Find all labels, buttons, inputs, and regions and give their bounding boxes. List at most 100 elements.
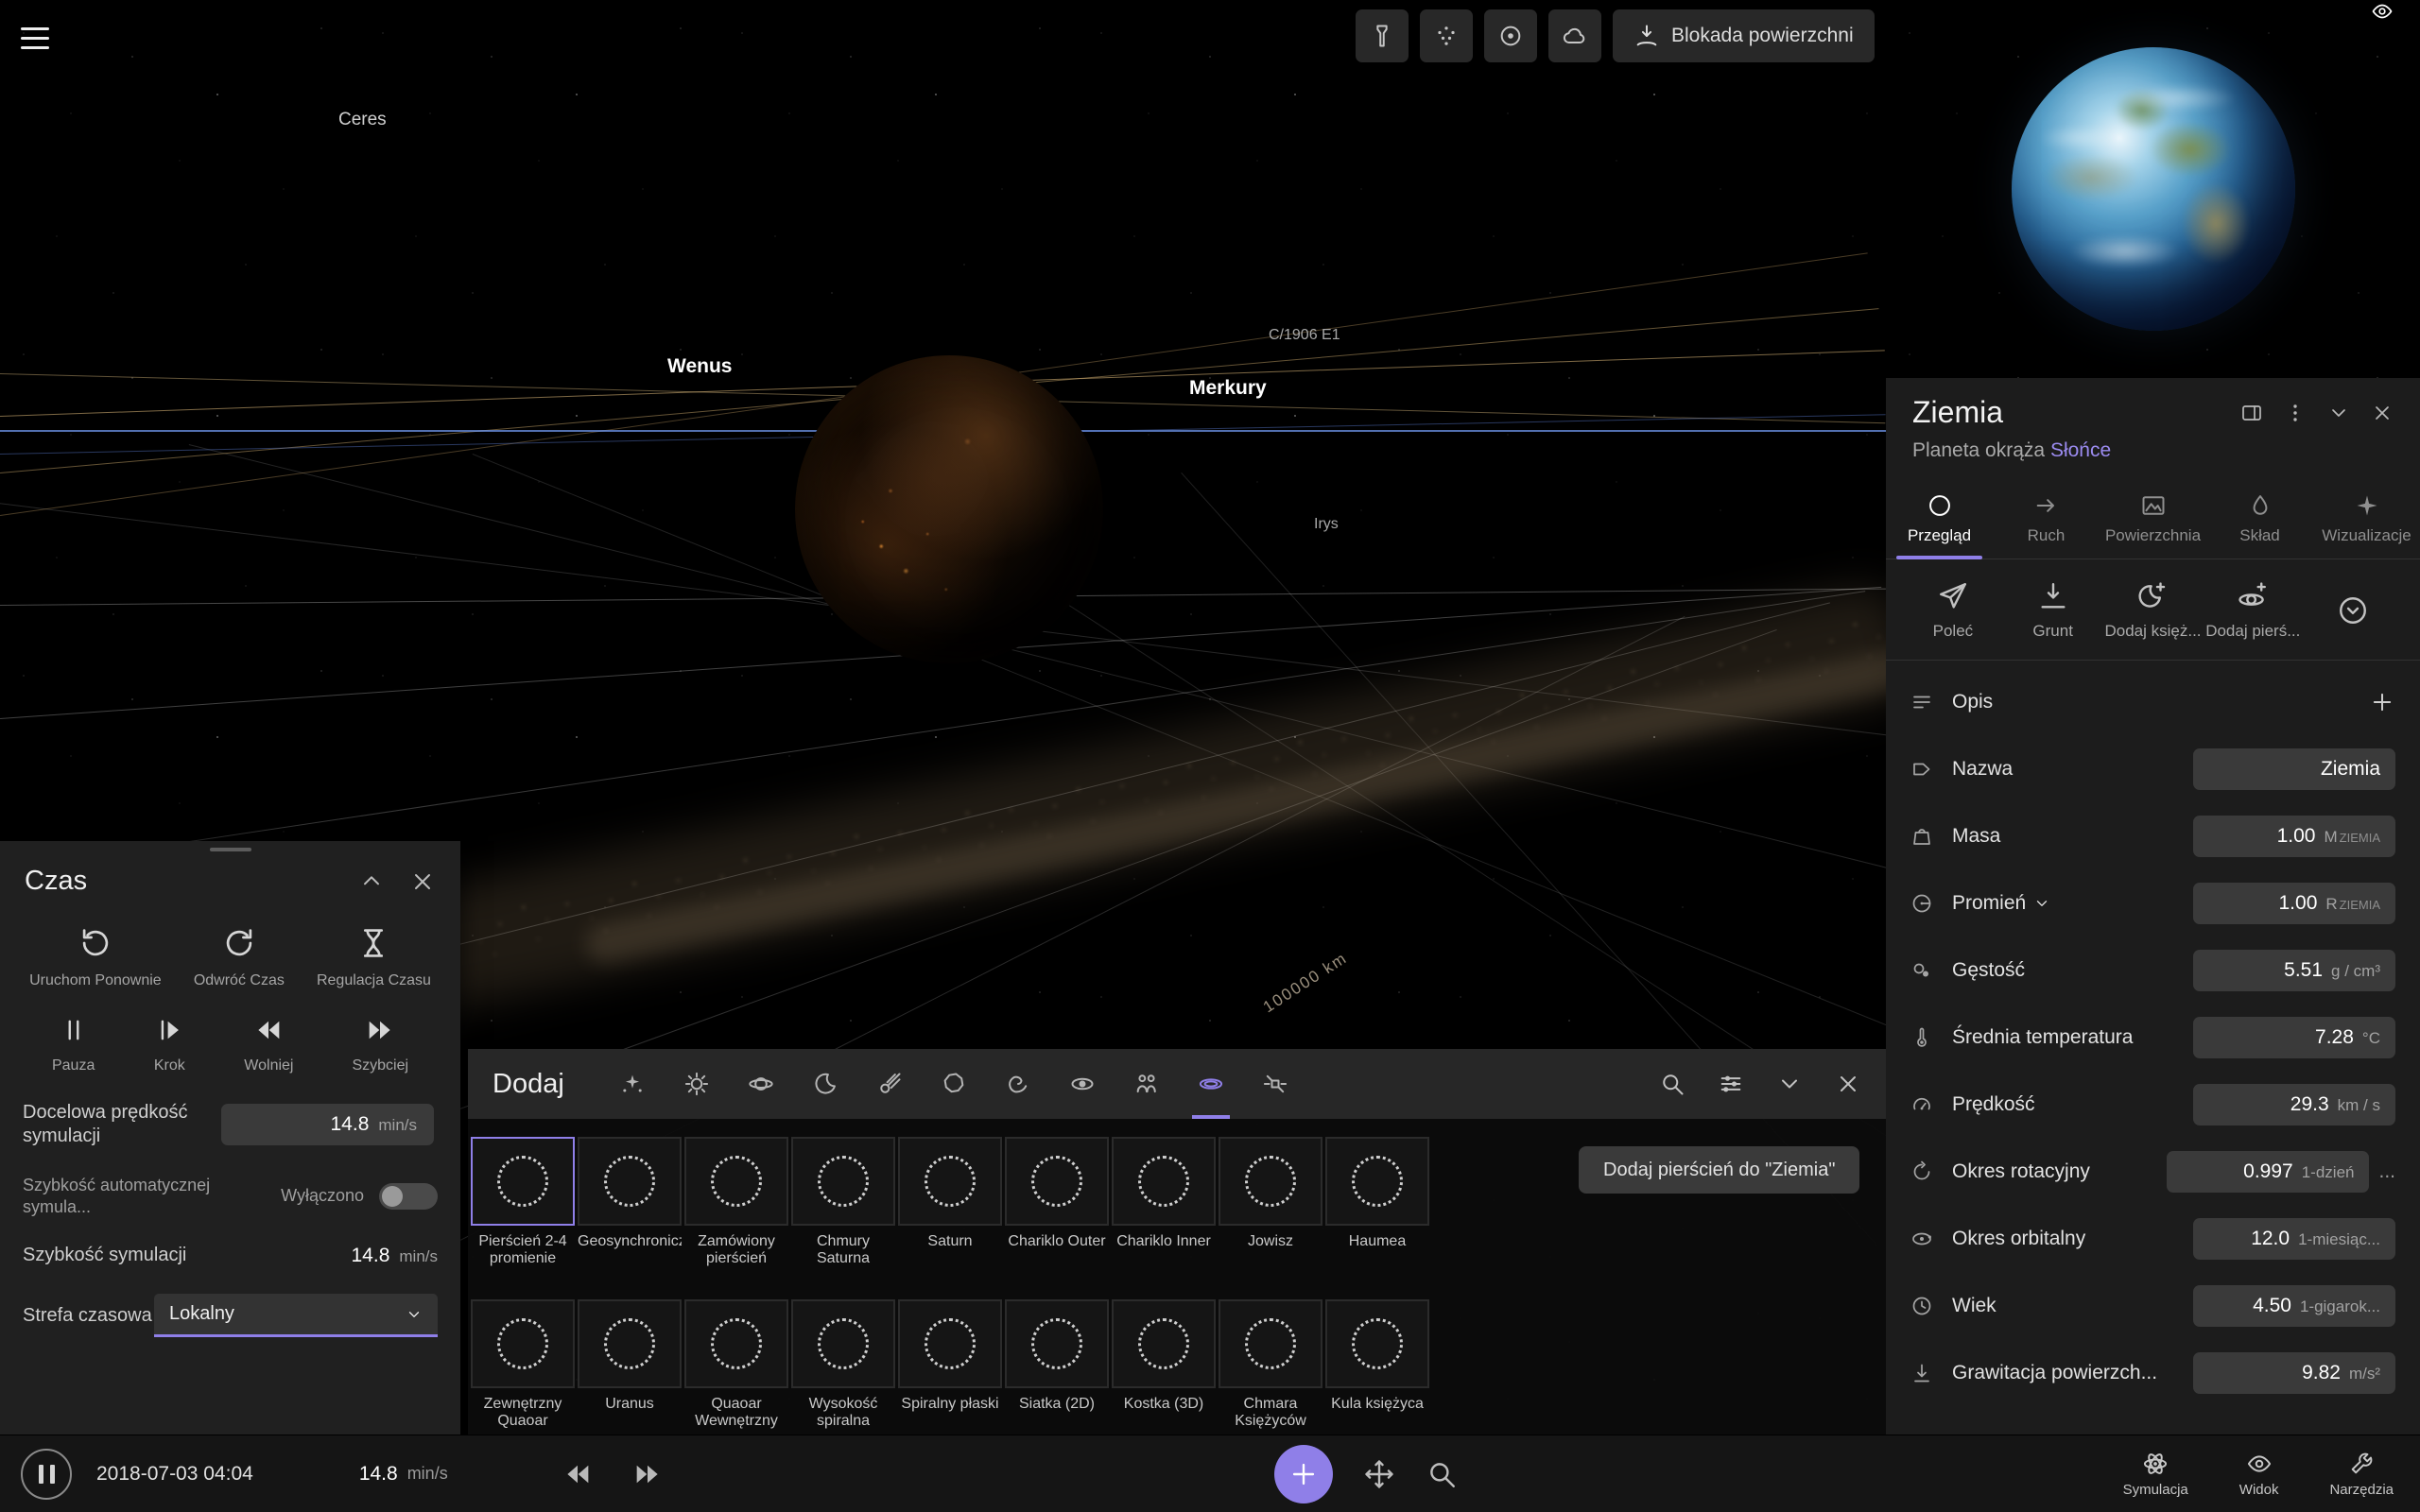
mass-field[interactable]: 1.00MZIEMIA [2193,816,2395,857]
close-panel-icon[interactable] [2371,402,2394,424]
drag-handle[interactable] [210,848,251,851]
age-field[interactable]: 4.501-gigarok... [2193,1285,2395,1327]
earth-night-planet[interactable] [795,355,1103,663]
search-tool-button[interactable] [1426,1458,1458,1490]
tab-ruch[interactable]: Ruch [1993,483,2100,558]
filter-sliders-icon[interactable] [1718,1071,1744,1097]
climate-button[interactable] [1548,9,1601,62]
add-item-tile[interactable]: Haumea [1325,1137,1429,1269]
category-rings[interactable] [1198,1049,1224,1119]
label-ceres[interactable]: Ceres [338,110,387,130]
restart-button[interactable]: Uruchom Ponownie [29,925,162,989]
parent-body-link[interactable]: Słońce [2050,439,2111,461]
collapse-add-panel-icon[interactable] [1776,1071,1803,1097]
body-preview[interactable] [1886,0,2420,378]
category-blackhole[interactable] [1069,1049,1096,1119]
category-sun[interactable] [683,1049,710,1119]
category-spacecraft[interactable] [1262,1049,1288,1119]
timezone-dropdown[interactable]: Lokalny [154,1294,438,1337]
add-item-tile[interactable]: Kostka (3D) [1112,1299,1216,1432]
tab-przeglad[interactable]: Przegląd [1886,483,1993,558]
add-item-tile[interactable]: Chariklo Inner [1112,1137,1216,1269]
radius-field[interactable]: 1.00RZIEMIA [2193,883,2395,924]
slower-button[interactable]: Wolniej [244,1014,293,1074]
tab-wizualizacje[interactable]: Wizualizacje [2313,483,2420,558]
add-item-tile[interactable]: Saturn [898,1137,1002,1269]
tab-powierzchnia[interactable]: Powierzchnia [2100,483,2206,558]
nav-narzedzia[interactable]: Narzędzia [2329,1451,2394,1498]
slower-bottom-button[interactable] [562,1458,594,1490]
close-time-panel-button[interactable] [409,868,436,895]
pause-button[interactable]: Pauza [52,1014,95,1074]
add-item-tile[interactable]: Siatka (2D) [1005,1299,1109,1432]
ground-button[interactable]: Grunt [2003,580,2103,641]
add-item-tile[interactable]: Wysokość spiralna [791,1299,895,1432]
category-galaxy[interactable] [1005,1049,1031,1119]
particles-button[interactable] [1420,9,1473,62]
add-item-tile[interactable]: Zewnętrzny Quaoar [471,1299,575,1432]
density-field[interactable]: 5.51g / cm³ [2193,950,2395,991]
nav-widok[interactable]: Widok [2239,1451,2279,1498]
add-description-button[interactable] [2369,689,2395,715]
fly-to-button[interactable]: Poleć [1903,580,2003,641]
add-item-tile[interactable]: Pierścień 2-4 promienie [471,1137,575,1269]
add-item-tile[interactable]: Uranus [578,1299,682,1432]
add-item-tile[interactable]: Jowisz [1219,1137,1322,1269]
visibility-eye-icon[interactable] [2371,0,2394,23]
orbit-button[interactable] [1484,9,1537,62]
label-merkury[interactable]: Merkury [1189,377,1267,400]
add-ring-to-earth-button[interactable]: Dodaj pierścień do "Ziemia" [1579,1146,1859,1194]
rotation-more-button[interactable]: ... [2378,1160,2395,1183]
tab-sklad[interactable]: Skład [2206,483,2313,558]
label-comet[interactable]: C/1906 E1 [1269,327,1340,344]
rotation-period-field[interactable]: 0.9971-dzień [2167,1151,2369,1193]
category-comet[interactable] [876,1049,903,1119]
label-wenus[interactable]: Wenus [667,355,732,378]
nav-symulacja[interactable]: Symulacja [2123,1451,2188,1498]
faster-button[interactable]: Szybciej [352,1014,408,1074]
play-pause-button[interactable] [21,1449,72,1500]
add-item-tile[interactable]: Kula księżyca [1325,1299,1429,1432]
label-irys[interactable]: Irys [1314,516,1339,533]
gravity-field[interactable]: 9.82m/s² [2193,1352,2395,1394]
close-add-panel-icon[interactable] [1835,1071,1861,1097]
category-stars[interactable] [619,1049,646,1119]
velocity-field[interactable]: 29.3km / s [2193,1084,2395,1125]
collapse-time-panel-button[interactable] [358,868,385,895]
orbital-period-icon [1910,1228,1933,1250]
bottom-center-tools [1274,1435,1458,1512]
auto-speed-toggle[interactable] [379,1183,438,1210]
add-item-tile[interactable]: Chmara Księżyców [1219,1299,1322,1432]
panel-layout-icon[interactable] [2240,402,2263,424]
target-speed-field[interactable]: 14.8 min/s [221,1104,434,1145]
step-button[interactable]: Krok [153,1014,185,1074]
category-asteroid[interactable] [941,1049,967,1119]
category-ringed-planet[interactable] [748,1049,774,1119]
add-item-tile[interactable]: Zamówiony pierścień [684,1137,788,1269]
add-item-tile[interactable]: Spiralny płaski [898,1299,1002,1432]
reverse-time-button[interactable]: Odwróć Czas [194,925,285,989]
add-moon-button[interactable]: Dodaj księż... [2103,580,2204,641]
move-tool-button[interactable] [1363,1458,1395,1490]
add-ring-button[interactable]: Dodaj pierś... [2203,580,2303,641]
category-humans[interactable] [1133,1049,1160,1119]
add-object-button[interactable] [1274,1445,1333,1503]
menu-button[interactable] [21,19,62,57]
collapse-chevron-icon[interactable] [2327,402,2350,424]
add-item-tile[interactable]: Chariklo Outer [1005,1137,1109,1269]
expand-chevron-icon[interactable] [2033,895,2050,912]
name-field[interactable]: Ziemia [2193,748,2395,790]
add-item-tile[interactable]: Geosynchroniczny [578,1137,682,1269]
flashlight-button[interactable] [1356,9,1409,62]
faster-bottom-button[interactable] [631,1458,664,1490]
add-item-tile[interactable]: Chmury Saturna [791,1137,895,1269]
add-item-tile[interactable]: Quaoar Wewnętrzny [684,1299,788,1432]
more-actions-button[interactable] [2303,594,2403,627]
category-moon[interactable] [812,1049,838,1119]
orbital-period-field[interactable]: 12.01-miesiąc... [2193,1218,2395,1260]
time-regulation-button[interactable]: Regulacja Czasu [317,925,431,989]
surface-lock-button[interactable]: Blokada powierzchni [1613,9,1875,62]
more-options-icon[interactable] [2284,402,2307,424]
temperature-field[interactable]: 7.28°C [2193,1017,2395,1058]
search-icon[interactable] [1659,1071,1685,1097]
